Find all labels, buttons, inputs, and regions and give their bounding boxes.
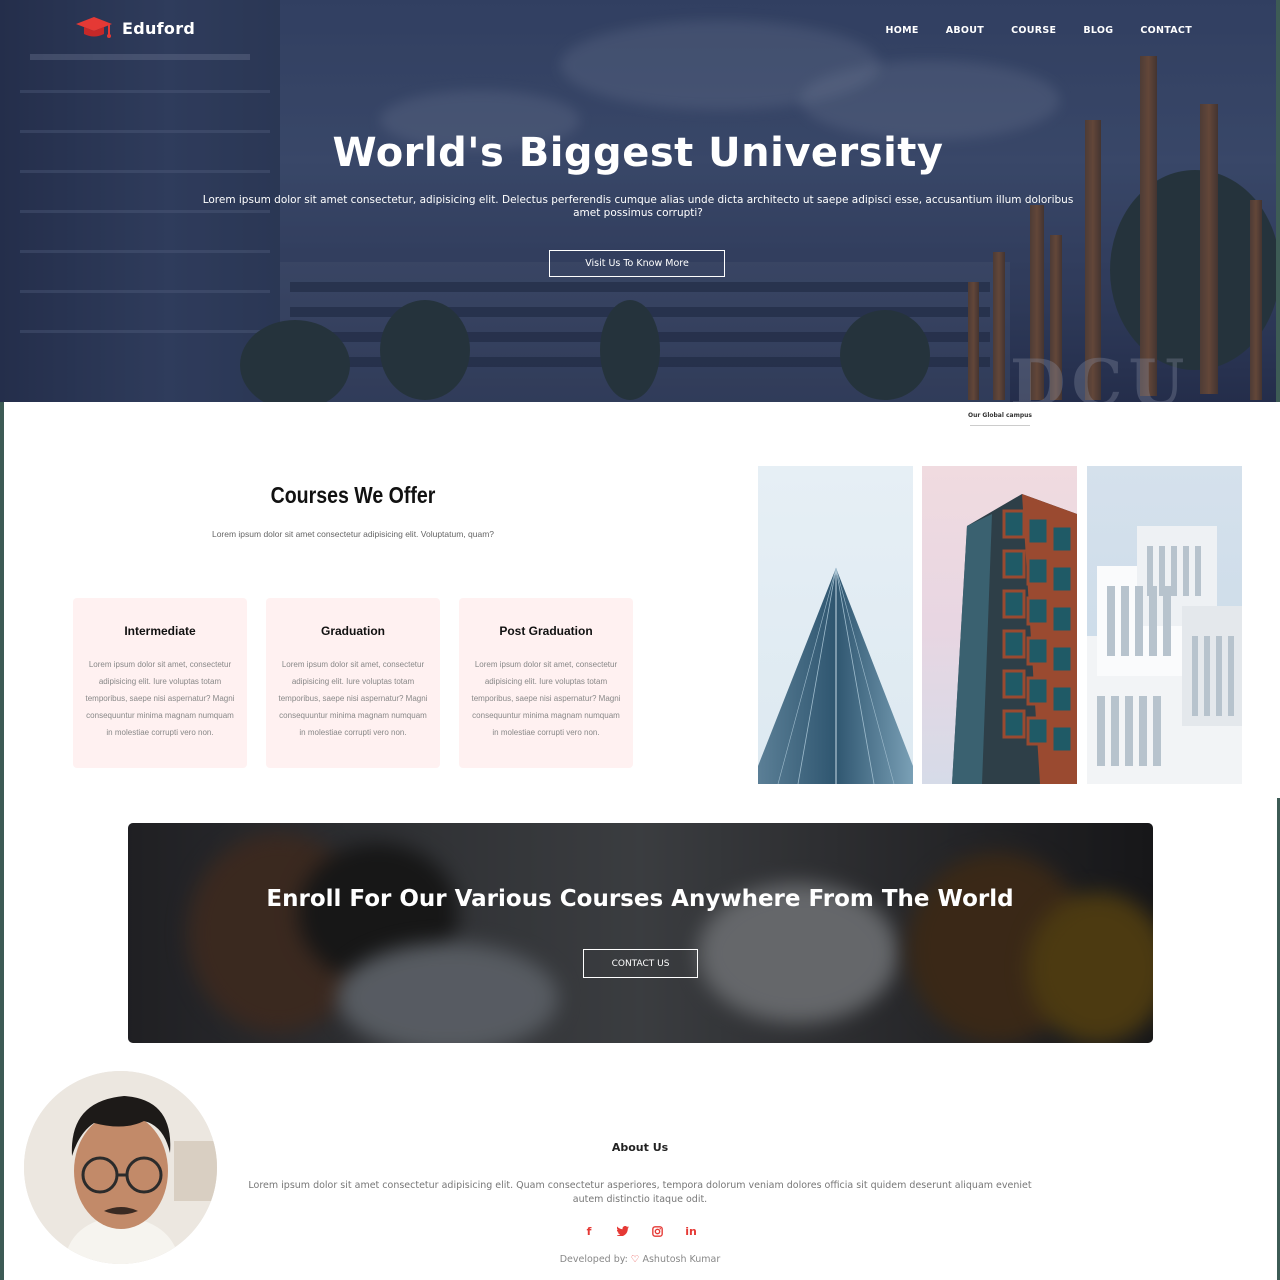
main-nav: HOME ABOUT COURSE BLOG CONTACT (886, 25, 1192, 36)
contact-us-button[interactable]: CONTACT US (583, 949, 698, 978)
course-card-text: Lorem ipsum dolor sit amet, consectetur … (471, 660, 621, 737)
developer-name: Ashutosh Kumar (642, 1254, 721, 1265)
caption-divider (970, 425, 1030, 426)
developer-prefix: Developed by: (559, 1254, 628, 1265)
hero-subtitle: Lorem ipsum dolor sit amet consectetur, … (202, 194, 1074, 219)
enroll-banner (128, 823, 1153, 1043)
banner-overlay (128, 823, 1153, 1043)
twitter-icon[interactable] (614, 1222, 632, 1240)
graduation-cap-icon (74, 14, 114, 42)
course-card-title: Graduation (320, 624, 385, 638)
enroll-title: Enroll For Our Various Courses Anywhere … (266, 886, 1014, 912)
instagram-icon[interactable] (648, 1222, 666, 1240)
developer-credit: Developed by: ♡ Ashutosh Kumar (440, 1254, 840, 1265)
campus-caption: Our Global campus (967, 412, 1032, 419)
courses-title: Courses We Offer (270, 482, 436, 508)
about-text: Lorem ipsum dolor sit amet consectetur a… (248, 1180, 1032, 1205)
nav-course[interactable]: COURSE (1011, 25, 1056, 36)
about-title: About Us (611, 1141, 669, 1154)
campus-photo-white-building (1087, 466, 1242, 784)
nav-about[interactable]: ABOUT (946, 25, 984, 36)
nav-contact[interactable]: CONTACT (1140, 25, 1192, 36)
course-card-title: Intermediate (124, 624, 196, 638)
course-card-text: Lorem ipsum dolor sit amet, consectetur … (85, 660, 235, 737)
social-links: f in (580, 1222, 700, 1240)
nav-blog[interactable]: BLOG (1083, 25, 1113, 36)
course-card-graduation[interactable]: Graduation Lorem ipsum dolor sit amet, c… (266, 598, 440, 768)
avatar (24, 1071, 217, 1264)
hero-title: World's Biggest University (332, 130, 944, 176)
heart-icon: ♡ (630, 1254, 640, 1265)
visit-us-button[interactable]: Visit Us To Know More (549, 250, 725, 277)
facebook-icon[interactable]: f (580, 1222, 598, 1240)
course-card-title: Post Graduation (499, 624, 593, 638)
page-edge (0, 402, 4, 1280)
linkedin-icon[interactable]: in (682, 1222, 700, 1240)
courses-subtitle: Lorem ipsum dolor sit amet consectetur a… (211, 529, 495, 539)
page-edge (1276, 0, 1280, 402)
brand-logo[interactable]: Eduford (74, 14, 195, 42)
course-card-text: Lorem ipsum dolor sit amet, consectetur … (278, 660, 428, 737)
course-card-post-graduation[interactable]: Post Graduation Lorem ipsum dolor sit am… (459, 598, 633, 768)
nav-home[interactable]: HOME (886, 25, 919, 36)
campus-photo-glass-tower (758, 466, 913, 784)
campus-photo-brick-tower (922, 466, 1077, 784)
course-card-intermediate[interactable]: Intermediate Lorem ipsum dolor sit amet,… (73, 598, 247, 768)
brand-name: Eduford (122, 18, 196, 38)
